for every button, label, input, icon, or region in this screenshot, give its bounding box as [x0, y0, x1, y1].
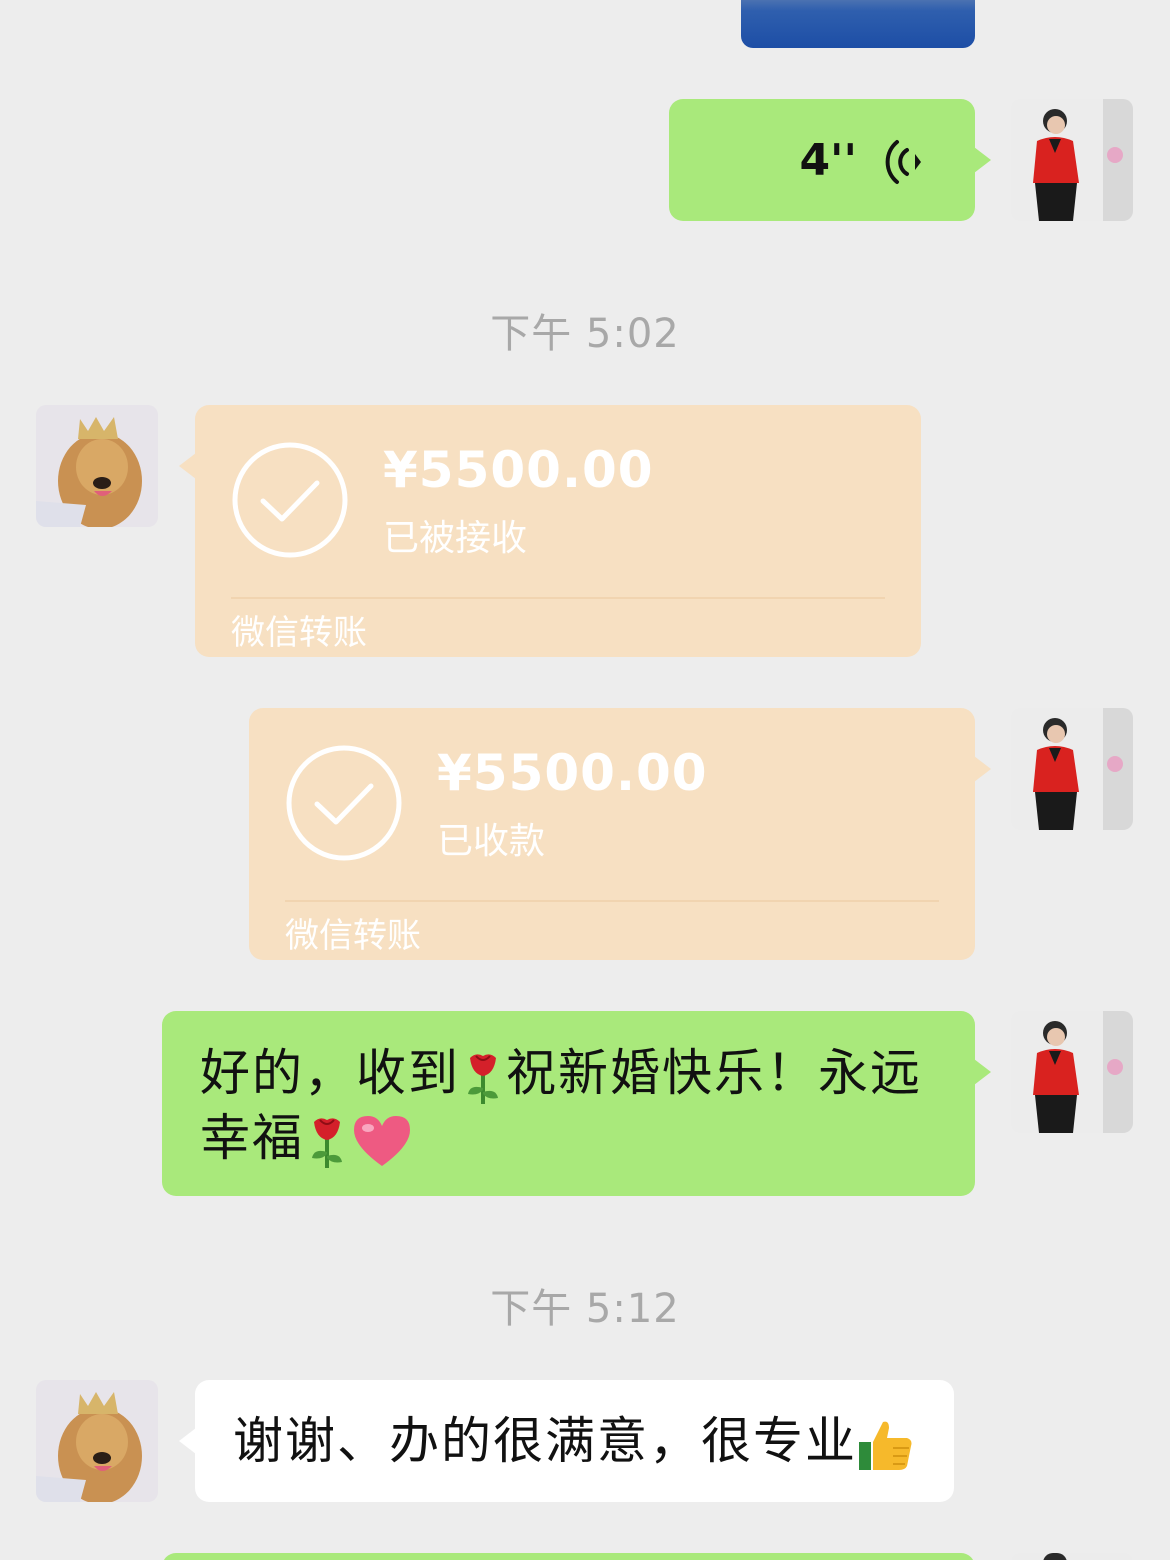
thanks-text: 谢谢、办的很满意，很专业: [233, 1412, 857, 1470]
transfer-amount: ¥5500.00: [383, 441, 654, 499]
voice-message-bubble[interactable]: 4'': [669, 99, 991, 221]
check-circle-icon: [286, 745, 402, 861]
reply-message-text: 好的，收到 祝新婚快乐！永远 幸福: [200, 1041, 960, 1170]
reply-message-bubble[interactable]: 好的，收到 祝新婚快乐！永远 幸福: [162, 1011, 991, 1196]
self-avatar[interactable]: [1011, 99, 1133, 221]
contact-avatar[interactable]: [36, 405, 158, 527]
woman-avatar-icon: [1011, 1011, 1133, 1133]
voice-wave-icon: [885, 140, 921, 184]
transfer-received-bubble[interactable]: ¥5500.00 已被接收 微信转账: [179, 405, 921, 657]
reply-text-part1: 好的，收到: [200, 1044, 460, 1102]
divider: [231, 597, 885, 599]
transfer-status: 已被接收: [383, 518, 528, 559]
woman-avatar-icon: [1011, 99, 1133, 221]
thanks-message-bubble[interactable]: 谢谢、办的很满意，很专业: [179, 1380, 954, 1502]
reply-text-part2: 祝新婚快乐！永远: [506, 1044, 922, 1102]
divider: [285, 900, 939, 902]
transfer-label: 微信转账: [231, 613, 367, 653]
self-avatar[interactable]: [1011, 1011, 1133, 1133]
thumbs-up-emoji: [859, 1421, 912, 1470]
avatar-hair: [1043, 1553, 1067, 1560]
chat-view: 4'' 下午 5:02 ¥5500.00 已被接收 微信转账 ¥5500.00 …: [0, 0, 1170, 1560]
reply-text-part3: 幸福: [200, 1108, 304, 1167]
transfer-collected-bubble[interactable]: ¥5500.00 已收款 微信转账: [249, 708, 991, 960]
transfer-status: 已收款: [437, 821, 546, 862]
timestamp: 下午 5:02: [490, 311, 680, 357]
check-circle-icon: [232, 442, 348, 558]
self-avatar[interactable]: [1011, 1553, 1133, 1560]
dog-avatar-icon: [36, 1380, 158, 1502]
transfer-amount: ¥5500.00: [437, 744, 708, 802]
image-message[interactable]: [741, 0, 975, 48]
dog-avatar-icon: [36, 405, 158, 527]
transfer-label: 微信转账: [285, 916, 421, 956]
thanks-message-text: 谢谢、办的很满意，很专业: [233, 1409, 915, 1474]
rose-emoji: [312, 1118, 342, 1168]
self-avatar[interactable]: [1011, 708, 1133, 830]
rose-emoji: [468, 1053, 498, 1104]
contact-avatar[interactable]: [36, 1380, 158, 1502]
next-message-bubble[interactable]: [162, 1553, 975, 1560]
heart-emoji: [354, 1116, 410, 1166]
woman-avatar-icon: [1011, 708, 1133, 830]
timestamp: 下午 5:12: [490, 1286, 680, 1332]
voice-duration: 4'': [799, 135, 857, 186]
